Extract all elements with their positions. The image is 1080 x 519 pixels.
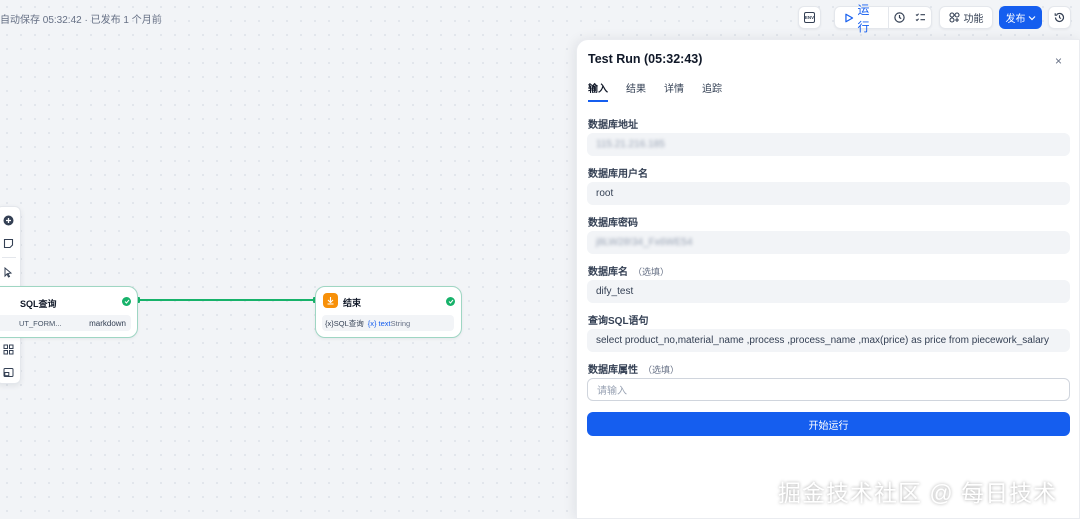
publish-label: 发布: [1005, 14, 1026, 25]
note-icon: [3, 238, 13, 248]
history-icon: [1054, 12, 1065, 23]
tab-detail[interactable]: 详情: [664, 80, 684, 102]
field-label-sql: 查询SQL语句: [588, 316, 649, 327]
tab-tracing[interactable]: 追踪: [702, 80, 722, 102]
sql-query-input[interactable]: select product_no,material_name ,process…: [587, 329, 1070, 352]
cursor-icon: [4, 266, 13, 278]
flag-icon: [327, 297, 334, 305]
variable-icon: {x}: [325, 318, 334, 328]
node-variable-row: {x} SQL查询 {x} text String: [322, 315, 454, 331]
panel-title: Test Run (05:32:43): [588, 52, 703, 66]
db-name-value: dify_test: [596, 286, 634, 297]
tab-input[interactable]: 输入: [588, 80, 608, 102]
variable-type: markdown: [89, 318, 126, 328]
version-history-button[interactable]: [1048, 6, 1071, 29]
db-user-value: root: [596, 188, 614, 199]
workflow-edge[interactable]: [137, 299, 315, 301]
chevron-down-icon: [1028, 15, 1035, 20]
checklist-icon: [915, 13, 926, 22]
end-node-icon: [323, 293, 338, 308]
sql-query-node[interactable]: SQL查询 UT_FORM... markdown: [0, 286, 138, 338]
test-run-panel: Test Run (05:32:43) × 输入 结果 详情 追踪 数据库地址 …: [576, 39, 1080, 519]
source-node-name: SQL查询: [333, 318, 364, 328]
db-host-value: 115.21.216.185: [596, 139, 665, 150]
db-attributes-input[interactable]: 请输入: [587, 378, 1070, 401]
field-label-db-password: 数据库密码: [588, 218, 638, 229]
field-label-db-name: 数据库名 （选填）: [588, 267, 670, 278]
features-label: 功能: [963, 14, 984, 25]
success-check-icon: [122, 297, 131, 306]
run-button-group: 运行: [834, 3, 932, 34]
publish-button[interactable]: 发布: [999, 6, 1042, 29]
db-name-input[interactable]: dify_test: [587, 280, 1070, 303]
watermark-text: 掘金技术社区 @ 每日技术: [778, 480, 1058, 506]
clock-icon: [894, 12, 905, 23]
layout-icon: [3, 344, 13, 354]
db-password-input[interactable]: j8LW28!34_Fx6WE54: [587, 231, 1070, 254]
db-user-input[interactable]: root: [587, 182, 1070, 205]
features-icon: [948, 12, 960, 23]
run-label: 运行: [857, 2, 870, 34]
add-node-button[interactable]: [1, 213, 15, 227]
start-run-button[interactable]: 开始运行: [587, 412, 1070, 436]
env-icon-label: ENV: [804, 15, 815, 20]
optional-tag: （选填）: [633, 267, 670, 277]
db-password-value: j8LW28!34_Fx6WE54: [596, 237, 693, 248]
node-title: 结束: [343, 298, 362, 308]
features-button[interactable]: 功能: [939, 6, 993, 29]
save-status-text: 自动保存 05:32:42 · 已发布 1 个月前: [0, 15, 162, 26]
checklist-button[interactable]: [910, 7, 931, 28]
optional-tag: （选填）: [643, 365, 680, 375]
panel-tabs: 输入 结果 详情 追踪: [588, 80, 722, 102]
end-node[interactable]: 结束 {x} SQL查询 {x} text String: [315, 286, 462, 338]
db-attributes-placeholder: 请输入: [597, 386, 627, 397]
success-check-icon: [446, 297, 455, 306]
pointer-tool[interactable]: [1, 265, 15, 279]
variable-name: text: [378, 318, 391, 328]
node-variable-row: UT_FORM... markdown: [0, 315, 131, 331]
db-host-input[interactable]: 115.21.216.185: [587, 133, 1070, 156]
minimap-icon: [3, 367, 13, 377]
organize-nodes-button[interactable]: [1, 342, 15, 356]
field-label-db-host: 数据库地址: [588, 120, 638, 131]
node-title: SQL查询: [20, 299, 57, 309]
variable-type: String: [390, 318, 411, 328]
play-icon: [845, 13, 854, 22]
env-icon: ENV: [804, 12, 815, 23]
minimap-button[interactable]: [1, 365, 15, 379]
field-label-db-attributes: 数据库属性 （选填）: [588, 365, 680, 376]
close-icon[interactable]: ×: [1055, 54, 1062, 68]
variable-name: UT_FORM...: [19, 318, 62, 328]
plus-circle-icon: [3, 215, 13, 225]
env-button[interactable]: ENV: [798, 6, 821, 29]
field-label-db-user: 数据库用户名: [588, 169, 648, 180]
add-note-button[interactable]: [1, 236, 15, 250]
run-history-button[interactable]: [889, 7, 910, 28]
run-button[interactable]: 运行: [835, 3, 890, 34]
tab-result[interactable]: 结果: [626, 80, 646, 102]
variable-icon: {x}: [367, 318, 377, 328]
sql-query-value: select product_no,material_name ,process…: [596, 335, 1049, 346]
